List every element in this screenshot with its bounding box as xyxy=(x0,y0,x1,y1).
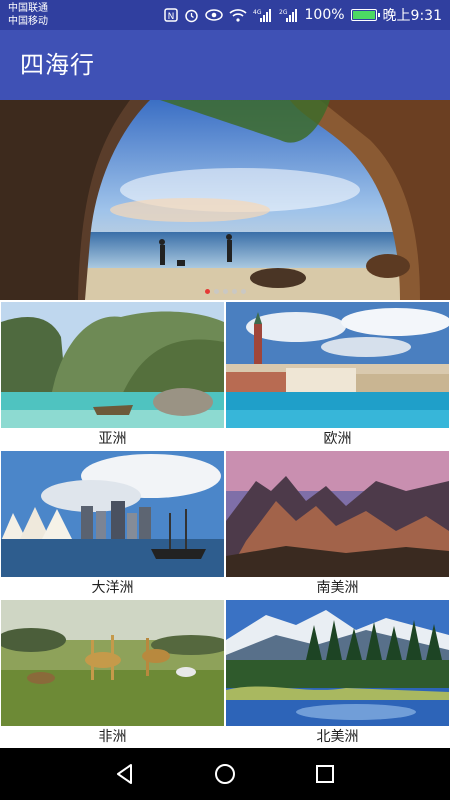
nfc-icon: N xyxy=(163,8,178,22)
battery-fill xyxy=(352,11,375,19)
back-icon[interactable] xyxy=(113,762,137,786)
region-image-north-america xyxy=(226,600,449,726)
region-label-asia: 亚洲 xyxy=(1,428,224,450)
recents-icon[interactable] xyxy=(313,762,337,786)
eye-icon xyxy=(204,9,223,21)
wifi-icon xyxy=(228,8,247,22)
region-card-asia[interactable]: 亚洲 xyxy=(1,302,224,450)
region-image-oceania xyxy=(1,451,224,577)
region-card-africa[interactable]: 非洲 xyxy=(1,600,224,748)
signal-icon-1: 4G xyxy=(253,8,273,22)
region-image-asia xyxy=(1,302,224,428)
carousel-dot[interactable] xyxy=(222,289,228,294)
carousel-dot[interactable] xyxy=(231,289,237,294)
region-label-south-america: 南美洲 xyxy=(226,577,449,599)
status-icons: N 4G 2G 100% 晚上9:31 xyxy=(163,5,442,25)
carousel-dot[interactable] xyxy=(240,289,246,294)
region-image-europe xyxy=(226,302,449,428)
carrier-1: 中国联通 xyxy=(8,3,48,14)
banner-carousel[interactable] xyxy=(0,100,450,300)
region-card-south-america[interactable]: 南美洲 xyxy=(226,451,449,599)
page-title: 四海行 xyxy=(20,51,95,79)
region-card-europe[interactable]: 欧洲 xyxy=(226,302,449,450)
navigation-bar xyxy=(0,748,450,800)
clock: 晚上9:31 xyxy=(382,8,442,24)
carrier-2: 中国移动 xyxy=(8,16,48,27)
svg-text:N: N xyxy=(167,12,174,22)
carrier-info: 中国联通 中国移动 xyxy=(8,2,48,28)
svg-text:2G: 2G xyxy=(279,9,288,16)
status-bar: 中国联通 中国移动 N 4G 2G 100% 晚上9:31 xyxy=(0,0,450,30)
carousel-dot[interactable] xyxy=(213,289,219,294)
battery-percent: 100% xyxy=(304,7,345,23)
region-label-oceania: 大洋洲 xyxy=(1,577,224,599)
battery-icon xyxy=(350,9,380,21)
region-card-north-america[interactable]: 北美洲 xyxy=(226,600,449,748)
region-card-oceania[interactable]: 大洋洲 xyxy=(1,451,224,599)
region-label-europe: 欧洲 xyxy=(226,428,449,450)
region-label-africa: 非洲 xyxy=(1,726,224,748)
signal-icon-2: 2G xyxy=(279,8,299,22)
region-image-south-america xyxy=(226,451,449,577)
region-image-africa xyxy=(1,600,224,726)
alarm-icon xyxy=(184,8,199,23)
home-icon[interactable] xyxy=(213,762,237,786)
app-bar: 四海行 xyxy=(0,30,450,100)
region-label-north-america: 北美洲 xyxy=(226,726,449,748)
svg-text:4G: 4G xyxy=(253,9,262,16)
carousel-dot[interactable] xyxy=(204,289,210,294)
banner-image xyxy=(0,100,450,300)
carousel-indicator[interactable] xyxy=(0,289,450,294)
